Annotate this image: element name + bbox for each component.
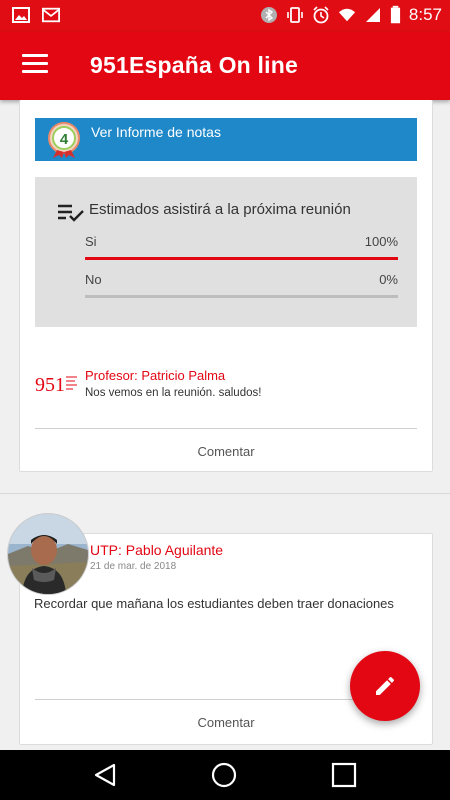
award-badge-icon: 4: [48, 122, 80, 158]
post-date: 21 de mar. de 2018: [90, 561, 177, 572]
poll-option-label[interactable]: Si: [85, 234, 97, 249]
teacher-name[interactable]: Profesor: Patricio Palma: [85, 368, 225, 383]
poll-option-bar: [85, 257, 398, 260]
poll-option-bar: [85, 295, 398, 298]
recents-icon[interactable]: [331, 762, 357, 788]
hamburger-menu-icon[interactable]: [22, 54, 48, 76]
poll-option-percent: 100%: [364, 234, 398, 249]
mail-icon: [42, 7, 60, 23]
badge-number: 4: [60, 131, 69, 148]
status-time: 8:57: [408, 5, 442, 24]
battery-icon: [390, 5, 400, 24]
vibrate-icon: [287, 7, 303, 23]
teacher-message: Nos vemos en la reunión. saludos!: [85, 387, 262, 399]
pencil-icon: [376, 676, 395, 695]
poll-option-bar-fill: [85, 257, 398, 260]
post-text: Recordar que mañana los estudiantes debe…: [34, 596, 394, 611]
status-bar: 8:57: [0, 0, 450, 32]
author-avatar[interactable]: [7, 513, 89, 595]
system-nav-bar: [0, 750, 450, 800]
post-card: 4 Ver Informe de notas Estimados asistir…: [19, 100, 433, 472]
bluetooth-icon: [260, 7, 277, 23]
signal-icon: [365, 8, 380, 22]
app-title: 951España On line: [90, 52, 298, 78]
poll-option-percent: 0%: [379, 272, 398, 287]
school-logo-text: 951: [35, 374, 65, 396]
comment-button[interactable]: Comentar: [20, 444, 432, 459]
compose-button[interactable]: [350, 651, 420, 721]
divider: [35, 428, 417, 429]
image-icon: [12, 7, 30, 23]
poll-box: Estimados asistirá a la próxima reunión …: [35, 177, 417, 327]
alarm-icon: [313, 6, 329, 24]
post-author[interactable]: UTP: Pablo Aguilante: [90, 542, 223, 558]
feed-separator: [0, 493, 450, 494]
banner-label: Ver Informe de notas: [91, 124, 221, 140]
app-bar: 951España On line: [0, 32, 450, 100]
checklist-icon: [58, 204, 84, 222]
poll-question: Estimados asistirá a la próxima reunión: [89, 201, 351, 218]
school-logo: 951: [35, 374, 77, 396]
poll-option-label[interactable]: No: [85, 272, 102, 287]
avatar-photo: [8, 514, 88, 594]
back-icon[interactable]: [92, 762, 118, 788]
report-banner[interactable]: 4 Ver Informe de notas: [35, 118, 417, 161]
wifi-icon: [338, 8, 356, 22]
home-icon[interactable]: [211, 762, 237, 788]
